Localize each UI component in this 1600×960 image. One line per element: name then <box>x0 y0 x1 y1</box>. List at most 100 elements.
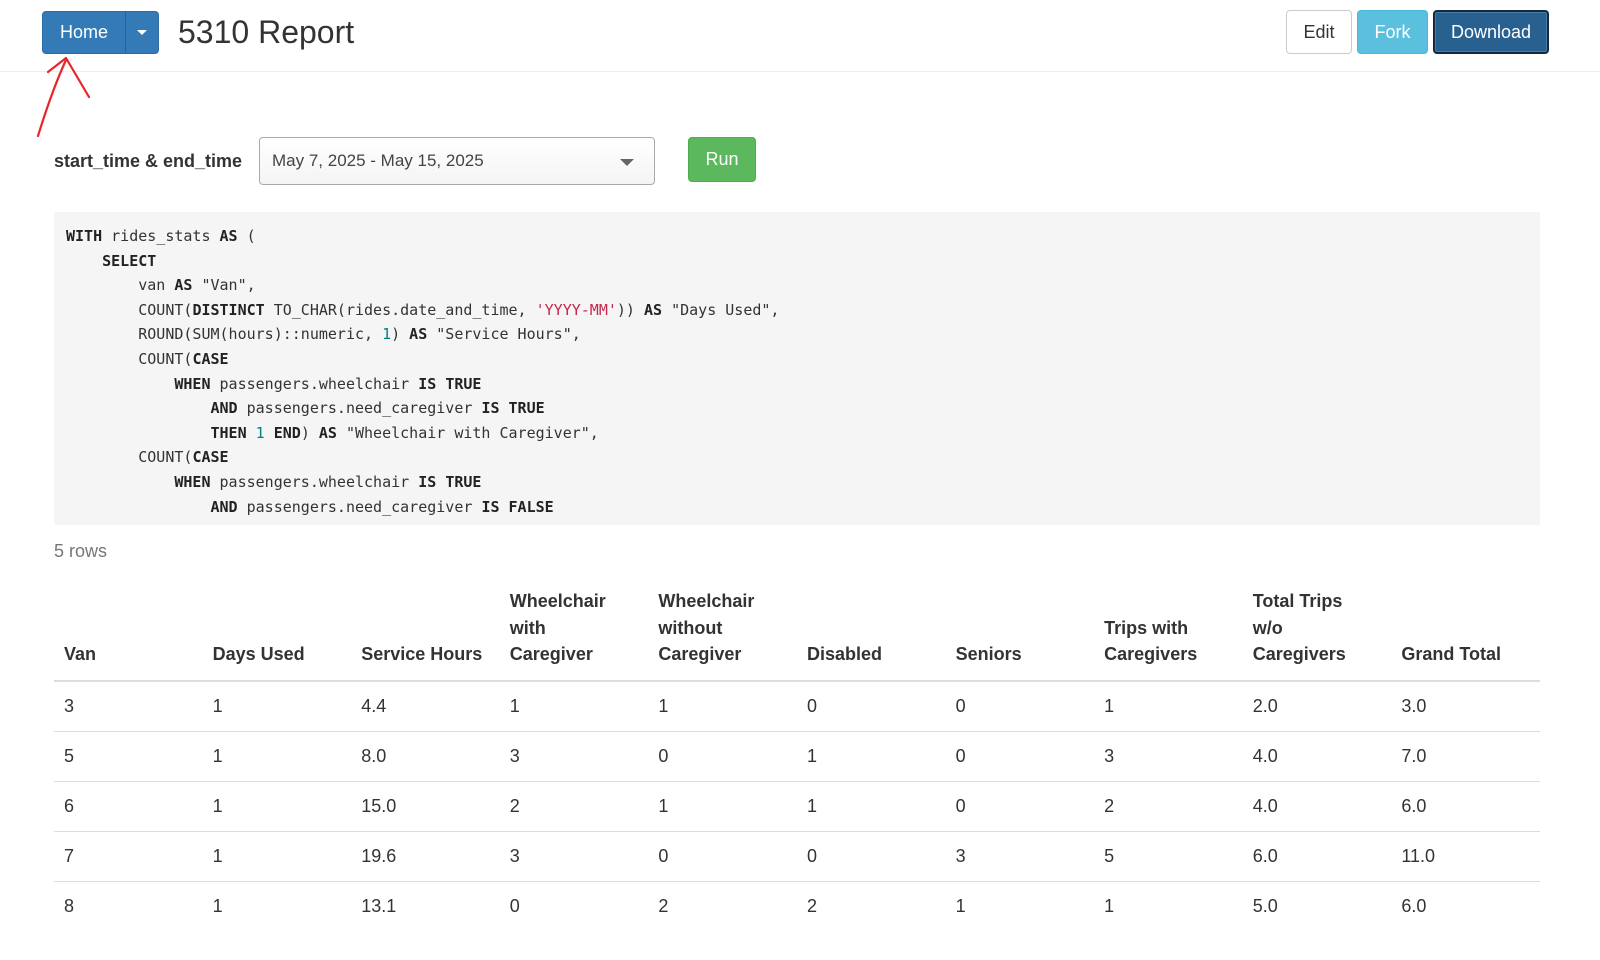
results-table: Van Days Used Service Hours Wheelchair with C… <box>54 588 1540 931</box>
caret-down-icon <box>137 30 147 35</box>
column-header[interactable]: Seniors <box>945 588 1095 682</box>
row-count: 5 rows <box>54 541 108 561</box>
table-cell: 1 <box>499 680 649 732</box>
table-cell: 6 <box>54 781 203 832</box>
run-button[interactable]: Run <box>688 137 756 182</box>
fork-button-label: Fork <box>1374 21 1411 42</box>
column-header-label: Service Hours <box>361 644 483 664</box>
sql-line: COUNT(CASE <box>66 448 229 467</box>
table-cell: 0 <box>796 831 946 882</box>
run-button-label: Run <box>705 149 739 169</box>
column-header-label: without <box>658 617 723 638</box>
sql-line: AND passengers.need_caregiver IS FALSE <box>210 497 554 516</box>
column-header-label: Seniors <box>955 644 1022 664</box>
table-cell: 1 <box>202 680 352 732</box>
column-header[interactable]: Trips with Caregivers <box>1094 588 1243 682</box>
sql-code-block[interactable]: WITH rides_stats AS ( SELECT van AS "Van… <box>54 212 1540 525</box>
column-header-label: Caregiver <box>658 644 742 664</box>
column-header[interactable]: Wheelchair without Caregiver <box>648 588 797 682</box>
column-header[interactable]: Days Used <box>202 588 352 682</box>
sql-line: van AS "Van", <box>66 276 256 295</box>
edit-button-label: Edit <box>1303 21 1335 42</box>
sql-line: WITH rides_stats AS ( <box>66 227 256 245</box>
home-button[interactable]: Home <box>42 11 126 54</box>
table-row: 8 1 13.1 0 2 2 1 1 5.0 6.0 <box>54 881 1540 931</box>
date-range-select[interactable]: May 7, 2025 - May 15, 2025 <box>259 137 655 185</box>
table-cell: 0 <box>648 731 797 782</box>
table-cell: 0 <box>796 680 946 732</box>
table-cell: 1 <box>648 781 797 832</box>
table-cell: 1 <box>202 831 352 882</box>
home-dropdown-toggle[interactable] <box>125 11 159 54</box>
column-header-label: Grand Total <box>1401 644 1502 664</box>
table-row: 6 1 15.0 2 1 1 0 2 4.0 6.0 <box>54 781 1540 832</box>
column-header-label: Van <box>64 644 97 664</box>
sql-line: ROUND(SUM(hours)::numeric, 1) AS "Servic… <box>66 325 581 344</box>
home-button-label: Home <box>59 22 108 42</box>
table-cell: 0 <box>945 680 1095 732</box>
table-cell: 4.0 <box>1242 781 1392 832</box>
table-cell: 6.0 <box>1391 781 1540 832</box>
table-cell: 5 <box>1094 831 1243 882</box>
column-header-label: Caregiver <box>509 644 593 664</box>
sql-line: AND passengers.need_caregiver IS TRUE <box>210 399 545 418</box>
table-cell: 1 <box>212 895 223 916</box>
table-cell: 0 <box>945 731 1095 782</box>
results-table-header: Van Days Used Service Hours Wheelchair with C… <box>54 588 1540 682</box>
date-range-value: May 7, 2025 - May 15, 2025 <box>272 151 484 170</box>
table-cell: 8.0 <box>351 731 500 782</box>
column-header[interactable]: Wheelchair with Caregiver <box>499 588 649 682</box>
dropdown-arrow-icon <box>620 159 634 166</box>
table-cell: 6.0 <box>1242 831 1392 882</box>
table-row: 7 1 19.6 3 0 0 3 5 6.0 11.0 <box>54 831 1540 882</box>
sql-line: SELECT <box>102 251 157 270</box>
column-header-label: w/o <box>1252 617 1283 638</box>
table-cell: 3 <box>1094 731 1243 782</box>
table-cell: 5.0 <box>1252 895 1278 916</box>
table-cell: 0 <box>648 831 797 882</box>
table-cell: 11.0 <box>1391 831 1540 882</box>
table-cell: 3 <box>499 831 649 882</box>
table-cell: 1 <box>1104 895 1115 916</box>
table-cell: 1 <box>1094 680 1243 732</box>
table-cell: 1 <box>202 781 352 832</box>
table-cell: 3 <box>945 831 1095 882</box>
table-cell: 3 <box>54 680 203 732</box>
column-header-label: Wheelchair <box>658 591 755 611</box>
column-header-label: Days Used <box>212 644 305 664</box>
table-cell: 3 <box>499 731 649 782</box>
column-header[interactable]: Van <box>54 588 203 682</box>
column-header-label: Trips with <box>1104 617 1189 638</box>
column-header[interactable]: Grand Total <box>1391 588 1540 682</box>
table-cell: 1 <box>202 731 352 782</box>
sql-line: WHEN passengers.wheelchair IS TRUE <box>174 472 482 491</box>
table-cell: 2 <box>499 781 649 832</box>
table-cell: 7.0 <box>1391 731 1540 782</box>
table-cell: 5 <box>54 731 203 782</box>
fork-button[interactable]: Fork <box>1357 10 1428 54</box>
table-cell: 0 <box>509 895 520 916</box>
sql-line: THEN 1 END) AS "Wheelchair with Caregive… <box>210 423 599 442</box>
table-cell: 0 <box>945 781 1095 832</box>
sql-code: WITH rides_stats AS ( SELECT van AS "Van… <box>66 224 1528 519</box>
column-header-label: Total Trips <box>1252 591 1343 611</box>
page-title: 5310 Report <box>178 14 355 50</box>
column-header[interactable]: Service Hours <box>351 588 500 682</box>
table-cell: 15.0 <box>351 781 500 832</box>
column-header-label: with <box>509 617 546 638</box>
table-cell: 7 <box>54 831 203 882</box>
sql-line: COUNT(DISTINCT TO_CHAR(rides.date_and_ti… <box>66 300 780 319</box>
download-button-label: Download <box>1450 21 1532 42</box>
table-row: 5 1 8.0 3 0 1 0 3 4.0 7.0 <box>54 731 1540 782</box>
column-header[interactable]: Total Trips w/o Caregivers <box>1242 588 1392 682</box>
column-header-label: Wheelchair <box>509 591 606 611</box>
table-cell: 1 <box>796 731 946 782</box>
column-header[interactable]: Disabled <box>796 588 946 682</box>
table-cell: 2.0 <box>1242 680 1392 732</box>
edit-button[interactable]: Edit <box>1286 10 1352 54</box>
download-button[interactable]: Download <box>1433 10 1549 54</box>
top-navbar: Home 5310 Report Edit Fork Download <box>0 0 1600 72</box>
parameter-label: start_time & end_time <box>54 151 243 171</box>
table-cell: 6.0 <box>1401 895 1427 916</box>
column-header-label: Disabled <box>806 644 882 664</box>
